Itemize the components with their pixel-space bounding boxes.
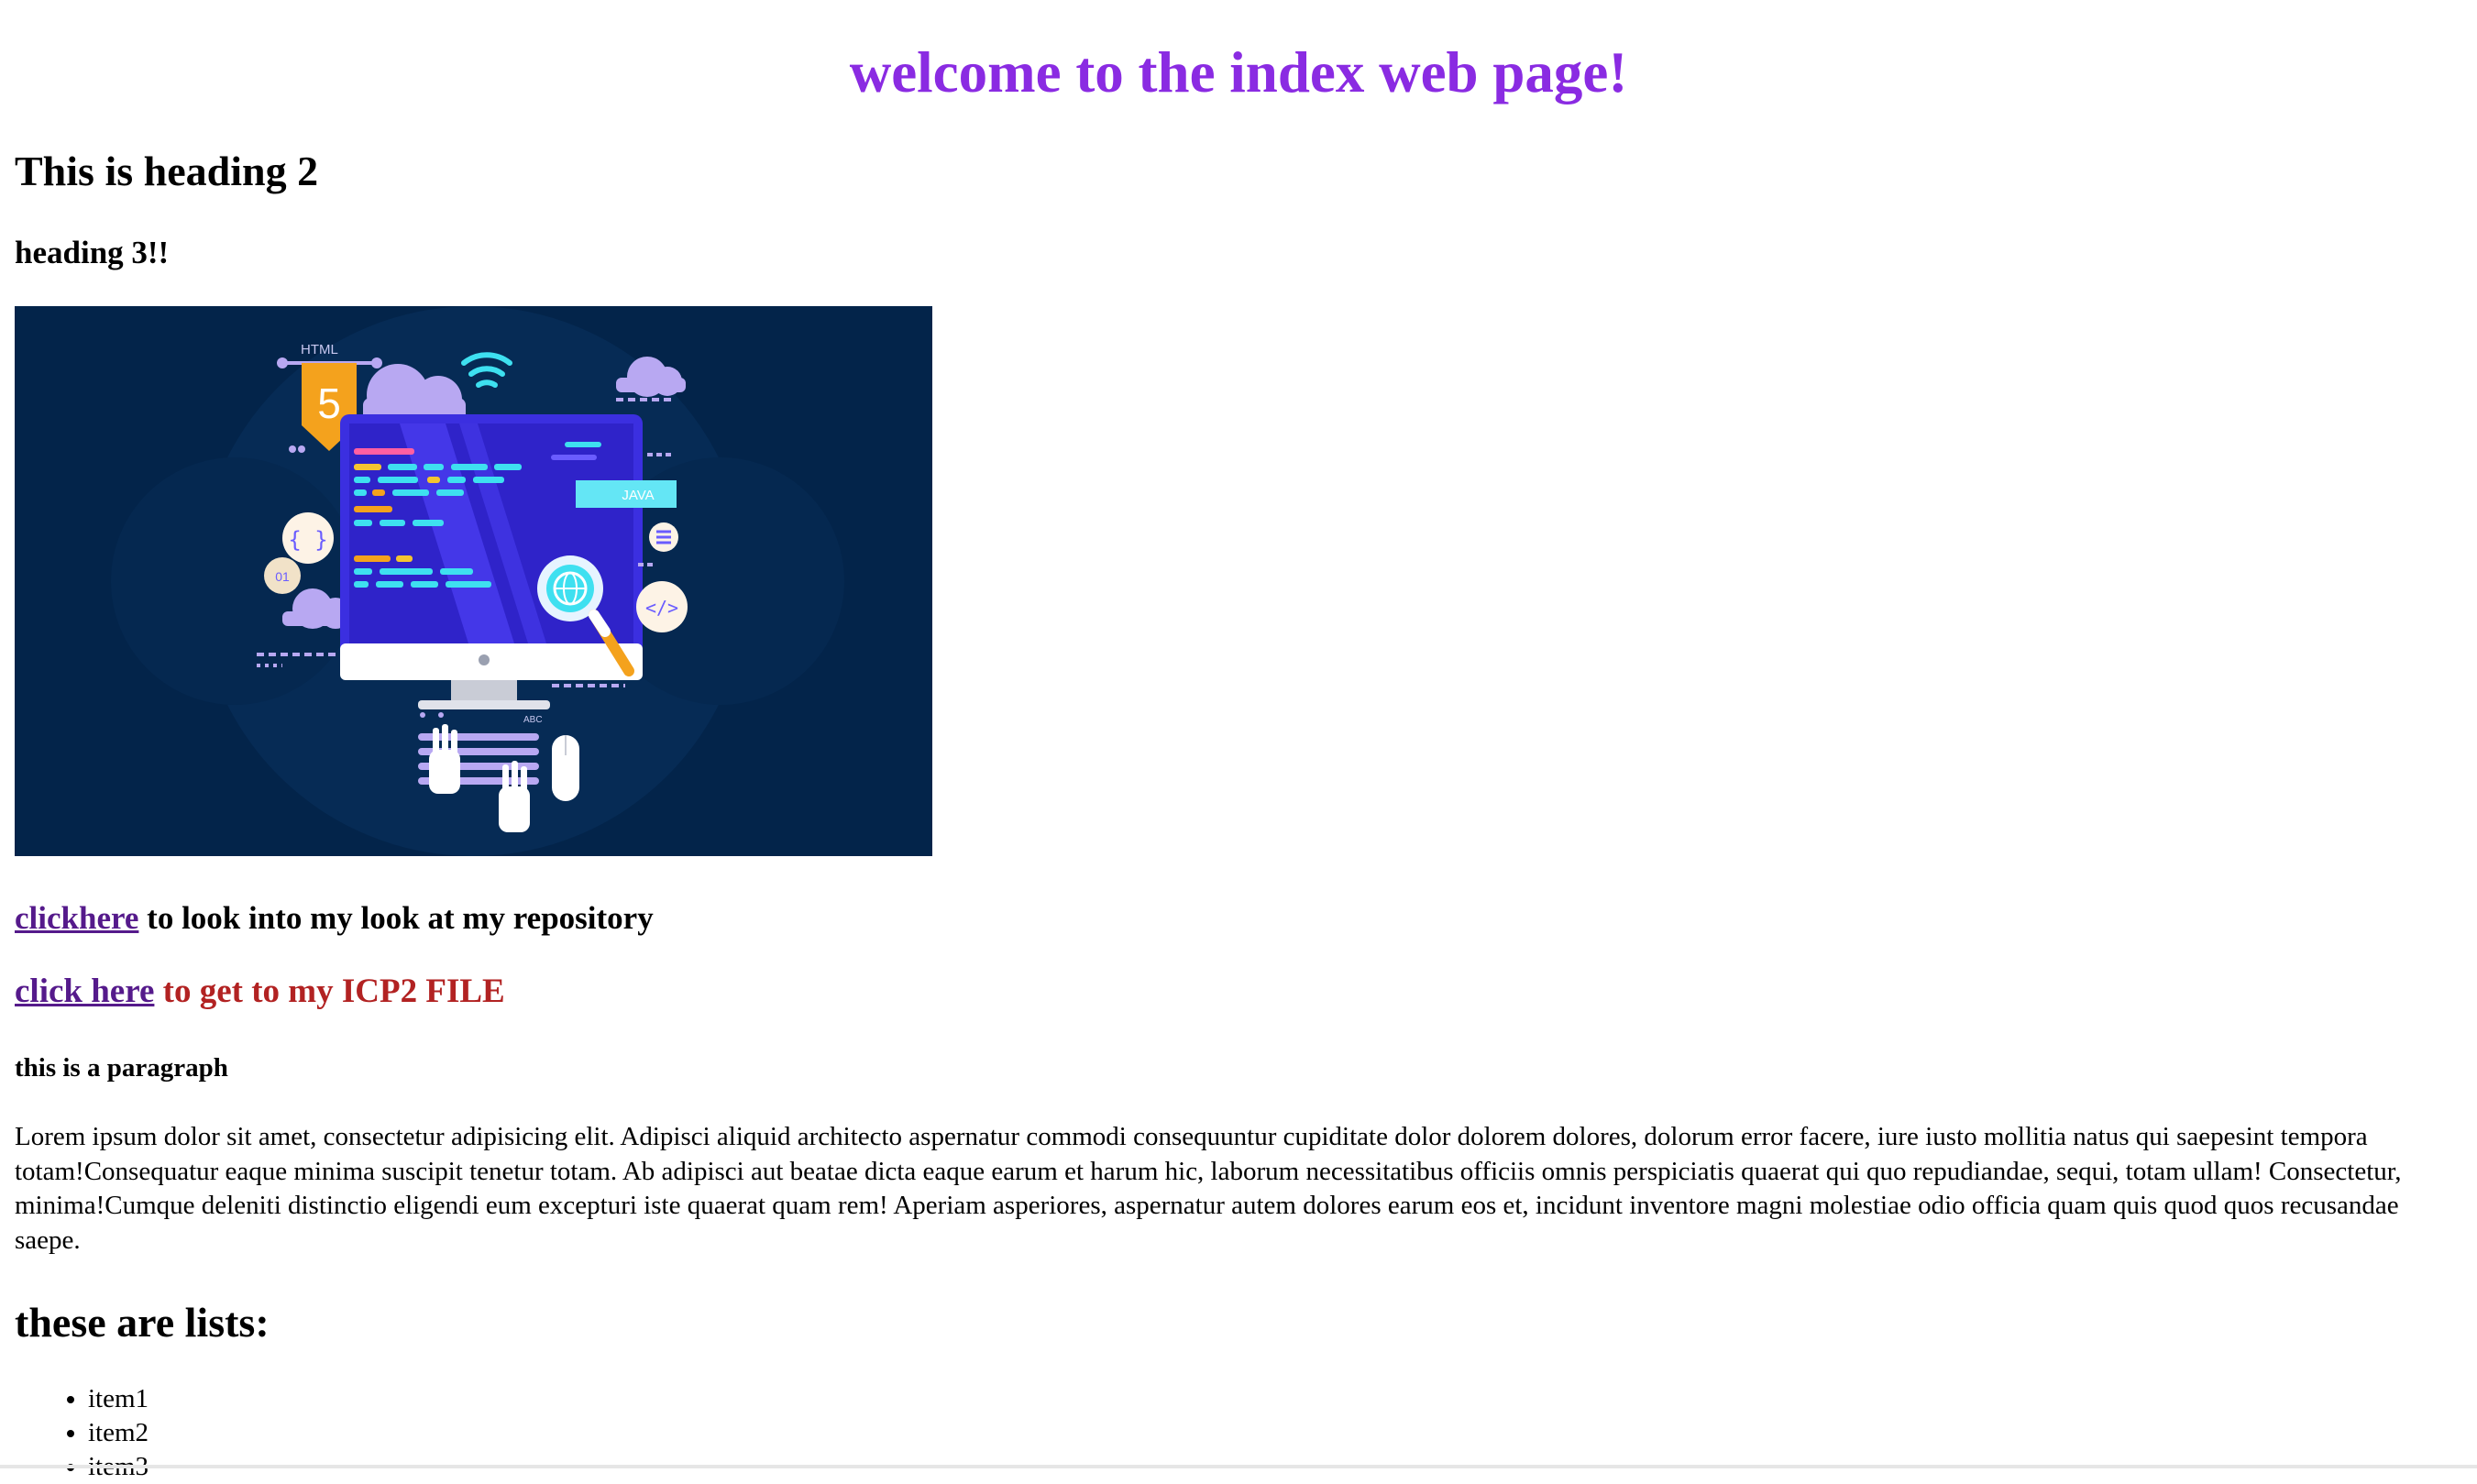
window-bottom-edge (0, 1465, 2477, 1468)
icp2-link-row: click here to get to my ICP2 FILE (15, 966, 505, 1017)
repository-link[interactable]: clickhere (15, 900, 138, 936)
svg-text:HTML: HTML (301, 342, 338, 357)
svg-text:JAVA: JAVA (622, 488, 654, 503)
item-list: item1 item2 item3 (15, 1382, 149, 1484)
computer-monitor-icon (340, 414, 643, 709)
lists-heading: these are lists: (15, 1299, 270, 1346)
svg-text:</>: </> (645, 597, 678, 619)
heading-2: This is heading 2 (15, 148, 319, 194)
repository-link-row: clickhere to look into my look at my rep… (15, 895, 654, 942)
list-item: item1 (88, 1382, 149, 1416)
svg-text:ABC: ABC (523, 715, 543, 725)
repository-link-text: to look into my look at my repository (138, 900, 654, 936)
svg-text:01: 01 (275, 569, 290, 584)
icp2-link-text: to get to my ICP2 FILE (154, 973, 505, 1010)
binary-bubble-icon: 01 (264, 557, 301, 594)
mouse-icon (552, 735, 579, 801)
hand-icon (499, 761, 530, 832)
lorem-paragraph: Lorem ipsum dolor sit amet, consectetur … (15, 1122, 2402, 1255)
icp2-file-link[interactable]: click here (15, 973, 154, 1010)
hand-icon (429, 724, 460, 794)
svg-text:5: 5 (317, 379, 341, 427)
code-tag-bubble-icon: </> (636, 581, 688, 632)
coding-illustration-image: HTML 5 JAVA {} 01 </> ABC (15, 306, 932, 856)
page-title: welcome to the index web page! (849, 40, 1628, 104)
curly-braces-bubble-icon: { } (282, 512, 334, 564)
heading-3: heading 3!! (15, 235, 170, 270)
list-item: item2 (88, 1416, 149, 1450)
paragraph-heading: this is a paragraph (15, 1053, 228, 1083)
menu-bubble-icon (649, 522, 678, 552)
svg-text:{ }: { } (288, 527, 327, 553)
